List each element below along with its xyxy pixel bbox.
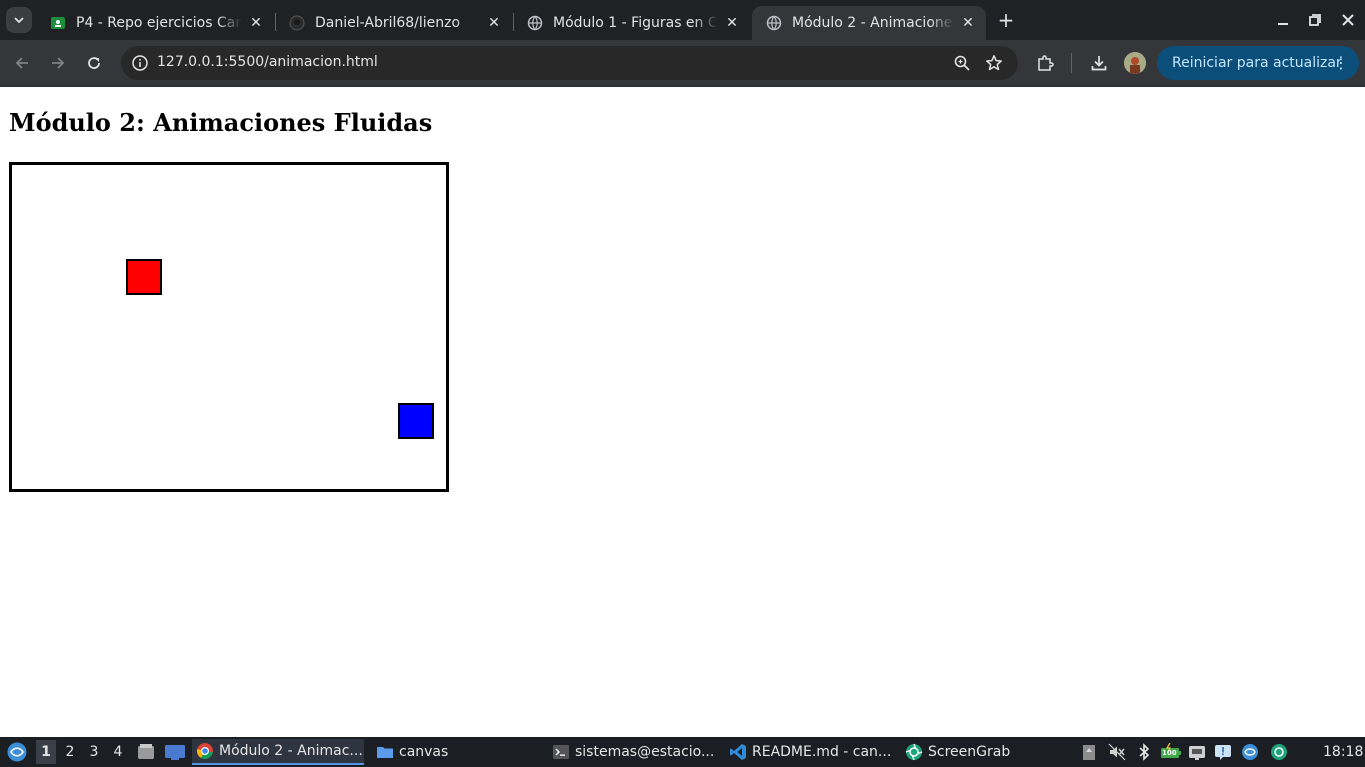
url-text[interactable]: 127.0.0.1:5500/animacion.html [157,54,378,70]
task-label: canvas [399,744,449,760]
download-icon [1091,56,1107,71]
notification-icon[interactable] [1214,743,1232,761]
task-vscode[interactable]: README.md - can... [725,739,895,765]
new-tab-button[interactable]: + [995,9,1017,31]
chrome-icon [196,743,213,759]
avatar-icon [1124,52,1146,74]
restore-button[interactable] [1303,8,1327,32]
extensions-button[interactable] [1035,53,1055,73]
tab-strip: P4 - Repo ejercicios Canv ✕ Daniel-Abril… [0,0,1365,40]
update-manager-icon[interactable] [1241,743,1259,761]
profile-avatar[interactable] [1124,52,1146,74]
task-terminal[interactable]: sistemas@estacio... [548,739,718,765]
blue-square [398,403,434,439]
screengrab-tray-icon[interactable] [1270,743,1288,761]
arrow-left-icon [15,57,28,69]
reload-icon [88,57,100,69]
chevron-down-icon [14,17,24,24]
folder-icon [377,747,393,758]
tab-title: Daniel-Abril68/lienzo [315,15,461,31]
task-label: Módulo 2 - Animac... [219,743,363,759]
tab-modulo-2[interactable]: Módulo 2 - Animaciones ✕ [752,6,986,40]
minimize-button[interactable] [1271,8,1295,32]
task-canvas-folder[interactable]: canvas [372,739,482,765]
close-icon[interactable]: ✕ [248,15,264,31]
tab-title: Módulo 2 - Animaciones [792,15,954,31]
show-desktop-button[interactable] [164,737,186,767]
tab-title: Módulo 1 - Figuras en Ca [553,15,718,31]
terminal-icon [553,745,569,759]
vscode-icon [730,744,746,760]
workspace-4[interactable]: 4 [108,740,128,764]
workspace-1[interactable]: 1 [36,740,56,764]
task-label: README.md - can... [752,744,892,760]
clipboard-icon[interactable] [1080,743,1098,761]
minimize-icon [1278,23,1288,25]
downloads-button[interactable] [1089,53,1109,73]
address-bar[interactable]: 127.0.0.1:5500/animacion.html [121,46,1018,80]
red-square [126,259,162,295]
tab-search-button[interactable] [6,7,32,33]
file-manager-launcher[interactable] [136,737,156,767]
puzzle-icon [1038,55,1054,71]
taskbar: 1 2 3 4 Módulo 2 - Animac... canvas sist… [0,737,1365,767]
screengrab-icon [905,743,923,761]
more-options-icon[interactable]: ⋮ [1333,53,1349,73]
star-icon[interactable] [985,54,1003,72]
task-label: ScreenGrab [928,744,1011,760]
globe-icon [766,15,782,31]
back-button[interactable] [10,51,34,75]
clock[interactable]: 18:18 [1323,737,1363,767]
reload-button[interactable] [82,51,106,75]
tab-title: P4 - Repo ejercicios Canv [76,15,242,31]
restart-label: Reiniciar para actualizar [1172,55,1342,71]
classroom-icon [50,15,66,31]
close-icon[interactable]: ✕ [960,15,976,31]
toolbar-separator [1071,53,1072,73]
workspace-2[interactable]: 2 [60,740,80,764]
close-icon[interactable]: ✕ [724,15,740,31]
close-icon[interactable]: ✕ [486,15,502,31]
restart-to-update-button[interactable]: Reiniciar para actualizar ⋮ [1157,46,1359,80]
tab-github-lienzo[interactable]: Daniel-Abril68/lienzo ✕ [275,6,512,40]
tab-p4-repo[interactable]: P4 - Repo ejercicios Canv ✕ [36,6,274,40]
files-icon [138,744,154,759]
task-label: sistemas@estacio... [575,744,715,760]
forward-button[interactable] [46,51,70,75]
info-icon[interactable] [131,54,149,72]
arrow-right-icon [52,57,65,69]
task-chrome[interactable]: Módulo 2 - Animac... [192,739,364,765]
browser-toolbar: 127.0.0.1:5500/animacion.html Reiniciar … [0,40,1365,87]
volume-muted-icon[interactable] [1108,743,1126,761]
workspace-3[interactable]: 3 [84,740,104,764]
battery-indicator[interactable]: 100 [1160,742,1182,761]
battery-level-label: 100 [1162,749,1177,757]
zoom-icon[interactable] [953,54,971,72]
close-icon [1342,14,1354,26]
tab-modulo-1[interactable]: Módulo 1 - Figuras en Ca ✕ [513,6,750,40]
task-screengrab[interactable]: ScreenGrab [901,739,1021,765]
restore-icon [1309,14,1321,26]
desktop-icon [165,745,185,760]
github-icon [289,15,305,31]
globe-icon [527,15,543,31]
network-icon[interactable] [1188,743,1206,761]
start-menu-button[interactable] [6,737,28,767]
page-title: Módulo 2: Animaciones Fluidas [9,108,433,137]
bluetooth-icon[interactable] [1135,743,1153,761]
start-menu-icon [7,742,27,762]
close-window-button[interactable] [1336,8,1360,32]
animation-canvas [9,162,449,492]
